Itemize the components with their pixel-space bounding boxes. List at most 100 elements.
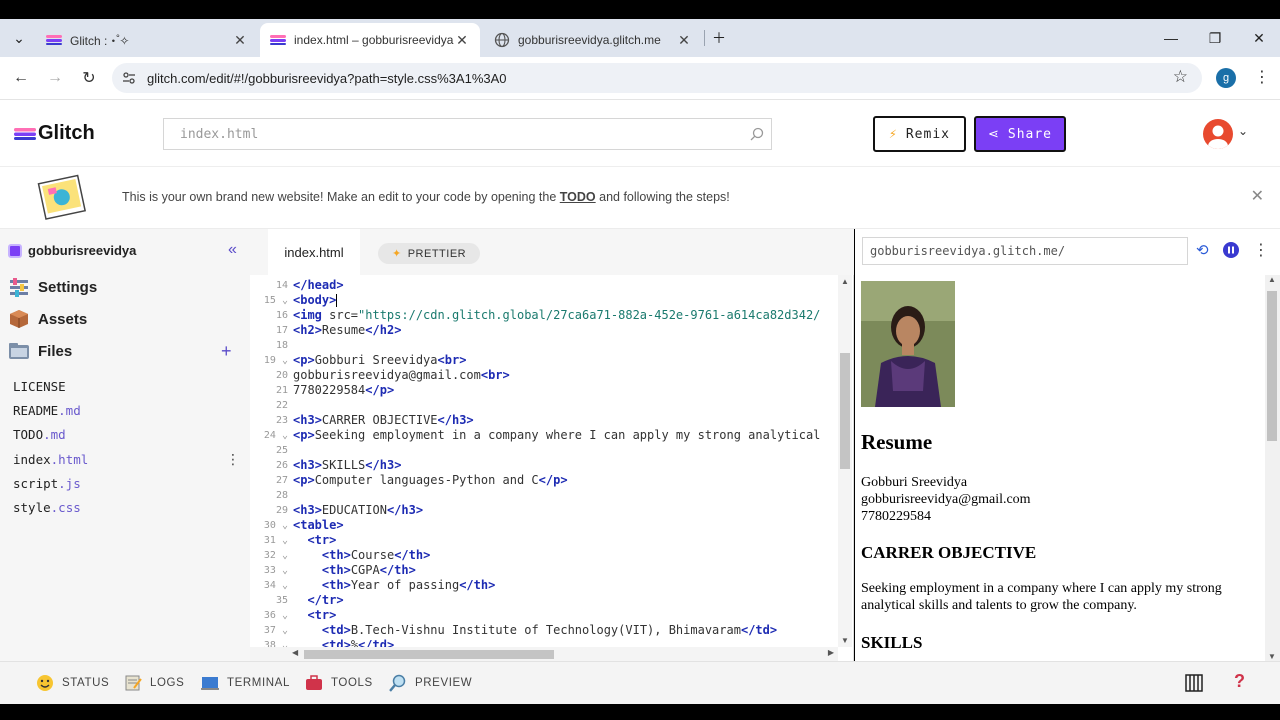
code-line[interactable]: <h3>EDUCATION</h3> [293, 503, 423, 517]
footer-tools-button[interactable]: TOOLS [305, 674, 373, 692]
pause-preview-icon[interactable] [1223, 242, 1239, 258]
preview-url-input[interactable]: gobburisreevidya.glitch.me/ [862, 237, 1188, 265]
file-item[interactable]: style.css [13, 500, 81, 515]
close-banner-icon[interactable]: ✕ [1251, 186, 1264, 206]
code-line[interactable]: <td>%</td> [293, 638, 394, 647]
back-arrow-icon[interactable]: ← [8, 65, 34, 91]
file-item[interactable]: README.md [13, 403, 81, 418]
user-avatar[interactable] [1203, 119, 1233, 149]
glitch-logo[interactable]: Glitch [14, 122, 95, 145]
new-tab-plus-icon[interactable]: ＋ [698, 19, 740, 57]
bookmark-star-icon[interactable]: ☆ [1173, 67, 1188, 87]
add-file-plus-icon[interactable]: + [221, 341, 232, 362]
code-line[interactable]: <body> [293, 293, 338, 307]
editor-scroll-thumb[interactable] [840, 353, 850, 469]
sidebar-item-files[interactable]: Files [8, 341, 72, 361]
code-line[interactable]: <th>Course</th> [293, 548, 430, 562]
editor-vertical-scrollbar[interactable]: ▲ ▼ [838, 275, 852, 647]
code-line[interactable]: <table> [293, 518, 344, 532]
close-tab-icon[interactable]: ✕ [676, 32, 692, 49]
line-number: 38 ⌄ [263, 640, 288, 647]
help-button[interactable]: ? [1234, 671, 1245, 692]
preview-scrollbar[interactable]: ▲ ▼ [1265, 275, 1280, 661]
refresh-preview-icon[interactable]: ⟲ [1196, 241, 1209, 259]
code-line[interactable]: 7780229584</p> [293, 383, 394, 397]
scroll-right-arrow-icon[interactable]: ▶ [828, 648, 834, 657]
project-name[interactable]: gobburisreevidya [8, 243, 136, 258]
reload-icon[interactable]: ↻ [76, 65, 102, 91]
code-line[interactable]: <th>CGPA</th> [293, 563, 416, 577]
forward-arrow-icon[interactable]: → [42, 65, 68, 91]
glitch-favicon-icon [46, 35, 62, 45]
code-line[interactable]: <tr> [293, 608, 336, 622]
assets-icon [10, 310, 28, 328]
profile-photo [861, 281, 955, 407]
tab-title: index.html – gobburisreevidya [294, 33, 454, 47]
tab-index-html[interactable]: index.html – gobburisreevidya ✕ [260, 23, 480, 57]
scroll-down-arrow-icon[interactable]: ▼ [1268, 652, 1276, 661]
code-line[interactable]: gobburisreevidya@gmail.com<br> [293, 368, 510, 382]
tab-strip: ⌄ Glitch :・゚✧ ✕ index.html – gobburisree… [0, 19, 1280, 57]
line-number: 34 ⌄ [263, 580, 288, 591]
line-number: 21 [275, 385, 288, 396]
file-item[interactable]: TODO.md [13, 427, 66, 442]
share-icon: ⋖ [987, 126, 1000, 142]
sidebar-item-assets[interactable]: Assets [8, 309, 87, 329]
code-line[interactable]: </tr> [293, 593, 343, 607]
scroll-up-arrow-icon[interactable]: ▲ [1268, 275, 1276, 284]
file-item[interactable]: script.js [13, 476, 81, 491]
avatar-chevron-down-icon[interactable]: ⌄ [1238, 124, 1248, 138]
code-area[interactable]: 14 </head> 15 ⌄ <body> 16 <img src="https://c… [250, 275, 838, 647]
scroll-up-arrow-icon[interactable]: ▲ [841, 277, 849, 286]
footer-logs-button[interactable]: LOGS [124, 674, 184, 692]
code-line[interactable]: </head> [293, 278, 344, 292]
restore-icon[interactable]: ❐ [1194, 19, 1236, 57]
share-button[interactable]: ⋖ Share [974, 116, 1066, 152]
browser-menu-icon[interactable]: ⋮ [1254, 67, 1270, 87]
objective-text-line-2: analytical skills and talents to grow th… [861, 598, 1137, 613]
todo-link[interactable]: TODO [560, 190, 596, 204]
line-number: 26 [275, 460, 288, 471]
code-line[interactable]: <th>Year of passing</th> [293, 578, 495, 592]
code-line[interactable]: <p>Gobburi Sreevidya<br> [293, 353, 466, 367]
code-line[interactable]: <p>Computer languages-Python and C</p> [293, 473, 568, 487]
footer-terminal-button[interactable]: TERMINAL [201, 674, 290, 692]
editor-hscroll-thumb[interactable] [304, 650, 554, 659]
footer-preview-button[interactable]: PREVIEW [389, 674, 472, 692]
file-item[interactable]: LICENSE [13, 379, 66, 394]
file-item-selected[interactable]: index.html [13, 452, 88, 467]
code-line[interactable]: <h3>CARRER OBJECTIVE</h3> [293, 413, 474, 427]
code-line[interactable]: <tr> [293, 533, 336, 547]
file-search-input[interactable]: index.html [163, 118, 772, 150]
line-number: 28 [275, 490, 288, 501]
file-options-icon[interactable]: ⋮ [226, 451, 240, 468]
prettier-button[interactable]: ✦ PRETTIER [378, 243, 481, 264]
tab-search-chevron-icon[interactable]: ⌄ [0, 19, 38, 57]
site-settings-icon[interactable] [122, 71, 136, 85]
code-line[interactable]: <h2>Resume</h2> [293, 323, 401, 337]
sidebar-item-settings[interactable]: Settings [8, 277, 97, 297]
scroll-down-arrow-icon[interactable]: ▼ [841, 636, 849, 645]
editor-horizontal-scrollbar[interactable]: ◀ ▶ [250, 647, 838, 661]
omnibox[interactable]: glitch.com/edit/#!/gobburisreevidya?path… [112, 63, 1202, 93]
minimize-icon[interactable]: — [1150, 19, 1192, 57]
code-line[interactable]: <img src="https://cdn.glitch.global/27ca… [293, 308, 820, 322]
close-tab-icon[interactable]: ✕ [232, 32, 248, 49]
remix-button[interactable]: ⚡ Remix [873, 116, 966, 152]
preview-options-icon[interactable]: ⋮ [1253, 240, 1269, 260]
code-line[interactable]: <h3>SKILLS</h3> [293, 458, 401, 472]
scroll-left-arrow-icon[interactable]: ◀ [292, 648, 298, 657]
preview-scroll-thumb[interactable] [1267, 291, 1277, 441]
keyboard-shortcuts-icon[interactable] [1185, 674, 1203, 692]
code-line[interactable]: <td>B.Tech-Vishnu Institute of Technolog… [293, 623, 777, 637]
code-line[interactable]: <p>Seeking employment in a company where… [293, 428, 820, 442]
share-label: Share [1007, 126, 1053, 142]
footer-status-button[interactable]: STATUS [36, 674, 109, 692]
close-window-icon[interactable]: ✕ [1238, 19, 1280, 57]
editor-tab-index-html[interactable]: index.html [268, 229, 360, 275]
tab-glitch-me[interactable]: gobburisreevidya.glitch.me ✕ [484, 23, 702, 57]
tab-glitch[interactable]: Glitch :・゚✧ ✕ [36, 23, 258, 57]
profile-avatar[interactable]: g [1216, 68, 1236, 88]
close-tab-icon[interactable]: ✕ [454, 32, 470, 49]
collapse-sidebar-icon[interactable]: « [228, 241, 237, 259]
